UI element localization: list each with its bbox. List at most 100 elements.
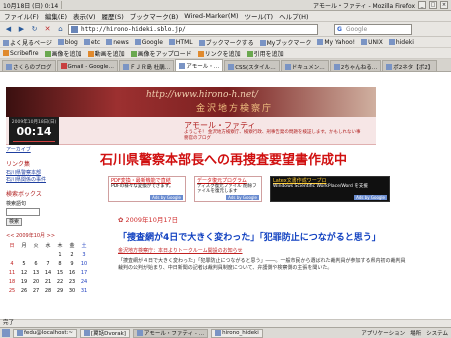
archive-link[interactable]: アーカイブ xyxy=(6,147,96,154)
browser-tab[interactable]: Gmail - Google… xyxy=(56,60,118,71)
post-title[interactable]: 「捜査網が4日で大きく変わった」「犯罪防止につながると思う」 xyxy=(118,230,440,243)
system-menu-item[interactable]: 場所 xyxy=(410,329,421,337)
ads-by-google-badge[interactable]: Ads by Google xyxy=(354,195,387,200)
menu-item[interactable]: Wired-Marker(M) xyxy=(184,12,238,20)
browser-tab[interactable]: さくらのブログ xyxy=(2,60,56,71)
scribefire-button[interactable]: 引用を追加 xyxy=(246,49,284,58)
scribefire-button[interactable]: 画像を追加 xyxy=(44,49,82,58)
system-menu-item[interactable]: アプリケーション xyxy=(361,329,405,337)
back-icon[interactable]: ◀ xyxy=(3,24,14,35)
system-menu-item[interactable]: システム xyxy=(426,329,448,337)
ads-by-google-badge[interactable]: Ads by Google xyxy=(150,195,183,200)
calendar-day[interactable]: 5 xyxy=(18,259,30,268)
taskbar-item[interactable]: hirono_hideki xyxy=(211,328,263,338)
forward-icon[interactable]: ▶ xyxy=(16,24,27,35)
browser-tab[interactable]: ＦＪＲ島 杜鵑… xyxy=(118,60,175,71)
scribefire-button[interactable]: Scribefire xyxy=(3,49,39,57)
calendar-day[interactable]: 27 xyxy=(30,286,42,295)
minimize-icon[interactable]: _ xyxy=(418,1,426,9)
calendar-day[interactable]: 11 xyxy=(6,268,18,277)
ad-pdf[interactable]: PDF変換・最新機能で直結 PDFの様々な変換ができます。 Ads by Goo… xyxy=(108,176,186,202)
url-bar[interactable]: http://hirono-hideki.sblo.jp/ xyxy=(68,23,318,35)
calendar-day[interactable]: 17 xyxy=(78,268,90,277)
calendar-day[interactable]: 10 xyxy=(78,259,90,268)
taskbar-item[interactable]: fedu@localhost:~ xyxy=(13,328,77,338)
bookmark-item[interactable]: news xyxy=(106,38,129,46)
calendar-day[interactable]: 6 xyxy=(30,259,42,268)
maximize-icon[interactable]: □ xyxy=(429,1,437,9)
calendar-day[interactable]: 7 xyxy=(42,259,54,268)
bookmark-item[interactable]: etc xyxy=(83,38,100,46)
calendar-day[interactable]: 18 xyxy=(6,277,18,286)
menu-item[interactable]: 編集(E) xyxy=(45,11,67,21)
taskbar-item[interactable]: [翼話Dvorak] xyxy=(79,328,130,338)
bookmark-item[interactable]: Myブックマーク xyxy=(259,38,311,47)
bookmark-item[interactable]: ブックマークする xyxy=(198,38,254,47)
sidebar-search-button[interactable]: 検索 xyxy=(6,218,22,226)
browser-tab[interactable]: CSS(スタイル… xyxy=(224,60,280,71)
calendar-day[interactable]: 21 xyxy=(42,277,54,286)
calendar-day[interactable]: 31 xyxy=(78,286,90,295)
browser-tab[interactable]: ポ2ネタ【ポ2】 xyxy=(382,60,438,71)
sidebar-link[interactable]: 石川県関係の事件 xyxy=(6,177,96,184)
calendar-day[interactable]: 29 xyxy=(54,286,66,295)
calendar-day[interactable]: 26 xyxy=(18,286,30,295)
calendar-day[interactable]: 22 xyxy=(54,277,66,286)
date-time[interactable]: 10月18日 (日) 0:14 xyxy=(3,1,58,10)
close-icon[interactable]: × xyxy=(440,1,448,9)
page-headline[interactable]: 石川県警察本部長への再捜査要望書作成中 xyxy=(100,149,440,168)
bookmark-item[interactable]: UNIX xyxy=(361,38,383,46)
scribefire-button[interactable]: リンクを追加 xyxy=(197,49,241,58)
bookmark-item[interactable]: HTML xyxy=(168,38,193,46)
calendar-day[interactable]: 9 xyxy=(66,259,78,268)
calendar-day[interactable]: 4 xyxy=(6,259,18,268)
calendar-day[interactable]: 20 xyxy=(30,277,42,286)
bookmark-item[interactable]: blog xyxy=(57,38,78,46)
bookmark-item[interactable]: Google xyxy=(134,38,163,46)
calendar-day[interactable]: 15 xyxy=(54,268,66,277)
bookmark-item[interactable]: My Yahoo! xyxy=(317,38,355,46)
browser-tab[interactable]: アモール・… xyxy=(175,59,224,71)
calendar-day[interactable]: 25 xyxy=(6,286,18,295)
calendar-title[interactable]: << 2009年10月 >> xyxy=(6,232,96,239)
browser-tab[interactable]: 2ちゃんねる… xyxy=(329,60,382,71)
menu-item[interactable]: 表示(V) xyxy=(73,11,96,21)
browser-tab[interactable]: ドキュメン… xyxy=(280,60,329,71)
calendar-day[interactable]: 24 xyxy=(78,277,90,286)
sidebar-search-input[interactable] xyxy=(6,208,40,216)
calendar-day[interactable]: 28 xyxy=(42,286,54,295)
reload-icon[interactable]: ↻ xyxy=(29,24,40,35)
menu-item[interactable]: 履歴(S) xyxy=(102,11,124,21)
menu-item[interactable]: ヘルプ(H) xyxy=(279,11,308,21)
home-icon[interactable]: ⌂ xyxy=(55,24,66,35)
post-links[interactable]: 金沢地方検察庁：本日よりトークルーム開設のお知らせ xyxy=(118,247,440,254)
calendar-day[interactable]: 23 xyxy=(66,277,78,286)
window-title: アモール・ファティ - Mozilla Firefox xyxy=(312,2,415,10)
calendar-day[interactable]: 3 xyxy=(78,250,90,259)
menu-item[interactable]: ファイル(F) xyxy=(4,11,39,21)
ad-latex[interactable]: Latex文書作成ワープロ Windows Scientific WorkPla… xyxy=(270,176,390,202)
menu-item[interactable]: ブックマーク(B) xyxy=(130,11,179,21)
bookmark-item[interactable]: hideki xyxy=(388,38,414,46)
bookmark-item[interactable]: よく見るページ xyxy=(3,38,52,47)
search-input[interactable]: G Google xyxy=(334,23,412,35)
calendar-day[interactable]: 8 xyxy=(54,259,66,268)
calendar-day[interactable]: 1 xyxy=(54,250,66,259)
calendar-day[interactable]: 14 xyxy=(42,268,54,277)
calendar-day[interactable]: 2 xyxy=(66,250,78,259)
calendar-day[interactable]: 16 xyxy=(66,268,78,277)
scribefire-button[interactable]: 動画を追加 xyxy=(87,49,125,58)
show-desktop-icon[interactable] xyxy=(2,329,10,337)
sidebar-link[interactable]: 石川県警察本部 xyxy=(6,170,96,177)
calendar-day[interactable]: 30 xyxy=(66,286,78,295)
ads-by-google-badge[interactable]: Ads by Google xyxy=(226,195,259,200)
calendar-day[interactable]: 13 xyxy=(30,268,42,277)
ad-text: Windows Scientific WorkPlace/Word を支援 xyxy=(273,184,368,189)
ad-recovery[interactable]: データ復元プログラム ディスク復元ファイル 削除ファイルを復元します Ads b… xyxy=(194,176,262,202)
scribefire-button[interactable]: 画像をアップロード xyxy=(130,49,192,58)
calendar-day[interactable]: 12 xyxy=(18,268,30,277)
stop-icon[interactable]: ✕ xyxy=(42,24,53,35)
taskbar-item[interactable]: アモール・ファティ - … xyxy=(132,328,209,338)
calendar-day[interactable]: 19 xyxy=(18,277,30,286)
menu-item[interactable]: ツール(T) xyxy=(245,11,274,21)
